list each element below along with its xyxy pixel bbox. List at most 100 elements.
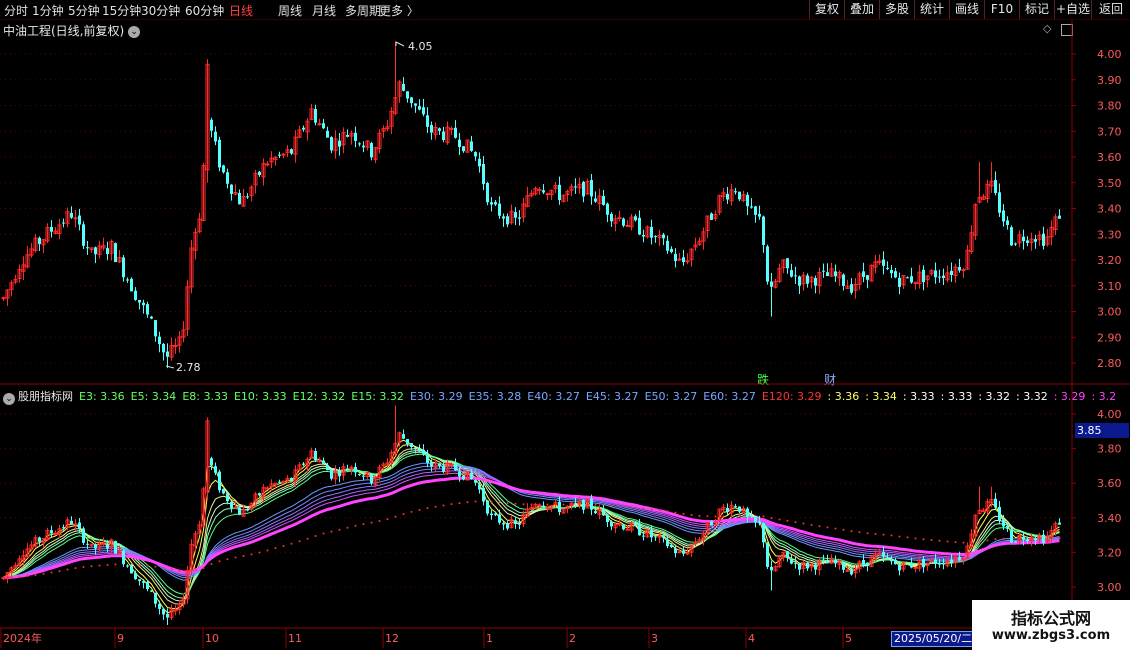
y-tick-label: 3.00 bbox=[1097, 306, 1122, 319]
ind-candle bbox=[478, 484, 481, 490]
ind-candle bbox=[470, 472, 473, 480]
main-candle bbox=[281, 153, 286, 156]
ind-candle bbox=[238, 507, 241, 515]
ema120-dot bbox=[346, 526, 349, 529]
y-tick-label: 2.80 bbox=[1097, 357, 1122, 370]
y-tick-label: 3.90 bbox=[1097, 74, 1122, 87]
candlestick-chart[interactable]: 4.00 3.90 3.80 3.70 3.60 3.50 3.40 3.30 3.20 3.10… bbox=[0, 0, 1130, 650]
main-candle bbox=[958, 266, 961, 271]
ind-candle bbox=[94, 543, 97, 549]
ind-candle bbox=[866, 562, 869, 566]
ema-line-10 bbox=[3, 450, 1060, 602]
main-candle bbox=[410, 97, 413, 104]
ind-candle bbox=[1006, 525, 1009, 529]
ind-candle bbox=[438, 463, 441, 466]
y-tick-label: 3.40 bbox=[1097, 512, 1122, 525]
ind-candle bbox=[1022, 536, 1025, 540]
ema120-dot bbox=[562, 503, 565, 506]
main-candle bbox=[710, 213, 713, 220]
ind-candle bbox=[70, 520, 73, 524]
ema120-dot bbox=[314, 534, 317, 537]
ind-candle bbox=[414, 447, 417, 449]
ind-candle bbox=[1034, 538, 1037, 541]
x-tick-label: 12 bbox=[385, 632, 399, 645]
ema-line-35 bbox=[3, 465, 1060, 579]
main-candle bbox=[786, 258, 789, 269]
ema120-dot bbox=[738, 514, 741, 517]
ind-candle bbox=[358, 474, 361, 476]
x-tick-label: 9 bbox=[117, 632, 124, 645]
ind-candle bbox=[73, 523, 78, 526]
ema120-dot bbox=[378, 519, 381, 522]
ema120-dot bbox=[890, 534, 893, 537]
main-candle bbox=[86, 247, 89, 249]
ema120-dot bbox=[802, 522, 805, 525]
y-tick-label: 3.20 bbox=[1097, 546, 1122, 559]
ind-candle bbox=[134, 573, 137, 580]
ema120-dot bbox=[194, 569, 197, 572]
ind-candle bbox=[482, 487, 485, 502]
ema120-dot bbox=[370, 521, 373, 524]
ind-candle bbox=[961, 558, 966, 561]
ind-candle bbox=[62, 527, 65, 529]
main-candle bbox=[162, 343, 165, 353]
ind-candle bbox=[502, 523, 505, 525]
ema120-dot bbox=[410, 510, 413, 513]
ema120-dot bbox=[434, 505, 437, 508]
x-tick-label: 4 bbox=[748, 632, 755, 645]
ind-candle bbox=[38, 537, 41, 542]
ema120-dot bbox=[274, 547, 277, 550]
ema120-dot bbox=[834, 527, 837, 530]
ind-candle bbox=[1, 577, 6, 580]
ind-candle bbox=[758, 521, 761, 524]
ind-candle bbox=[834, 560, 837, 564]
ema120-dot bbox=[474, 500, 477, 503]
main-candle bbox=[822, 270, 825, 272]
ema120-dot bbox=[394, 515, 397, 518]
ind-candle bbox=[938, 563, 941, 565]
ind-candle bbox=[146, 582, 149, 590]
main-candle bbox=[726, 193, 729, 200]
ind-candle bbox=[786, 551, 789, 558]
main-candle bbox=[486, 183, 489, 203]
ema120-dot bbox=[490, 500, 493, 503]
main-candle bbox=[938, 276, 941, 278]
main-candle bbox=[762, 216, 765, 245]
ema120-dot bbox=[330, 530, 333, 533]
ema120-dot bbox=[226, 558, 229, 561]
ema120-dot bbox=[146, 564, 149, 567]
ema120-dot bbox=[986, 539, 989, 542]
y-tick-label: 3.50 bbox=[1097, 177, 1122, 190]
ema120-dot bbox=[954, 541, 957, 544]
ind-candle bbox=[458, 471, 461, 477]
ema120-dot bbox=[98, 564, 101, 567]
main-candle bbox=[418, 106, 421, 110]
main-candle bbox=[494, 202, 497, 205]
ind-candle bbox=[590, 498, 593, 510]
ind-candle bbox=[746, 508, 749, 517]
ema120-dot bbox=[714, 515, 717, 518]
ind-candle bbox=[218, 471, 221, 491]
main-candle bbox=[1, 297, 6, 300]
ind-candle bbox=[226, 493, 229, 502]
main-candle bbox=[454, 127, 457, 138]
ema120-dot bbox=[906, 536, 909, 539]
ema120-dot bbox=[90, 565, 93, 568]
main-candle bbox=[674, 253, 677, 262]
ema120-dot bbox=[522, 503, 525, 506]
x-tick-label: 3 bbox=[651, 632, 658, 645]
main-candle bbox=[462, 146, 465, 152]
main-candle bbox=[790, 270, 793, 277]
ind-candle bbox=[78, 522, 81, 529]
ind-candle bbox=[498, 514, 501, 523]
main-candle bbox=[158, 336, 161, 345]
ema120-dot bbox=[178, 569, 181, 572]
ind-candle bbox=[246, 509, 249, 511]
main-candle bbox=[934, 270, 937, 278]
ema120-dot bbox=[634, 506, 637, 509]
main-candle bbox=[278, 154, 281, 156]
ema120-dot bbox=[498, 501, 501, 504]
ind-candle bbox=[790, 559, 793, 564]
ema120-dot bbox=[546, 503, 549, 506]
ema120-dot bbox=[18, 575, 21, 578]
